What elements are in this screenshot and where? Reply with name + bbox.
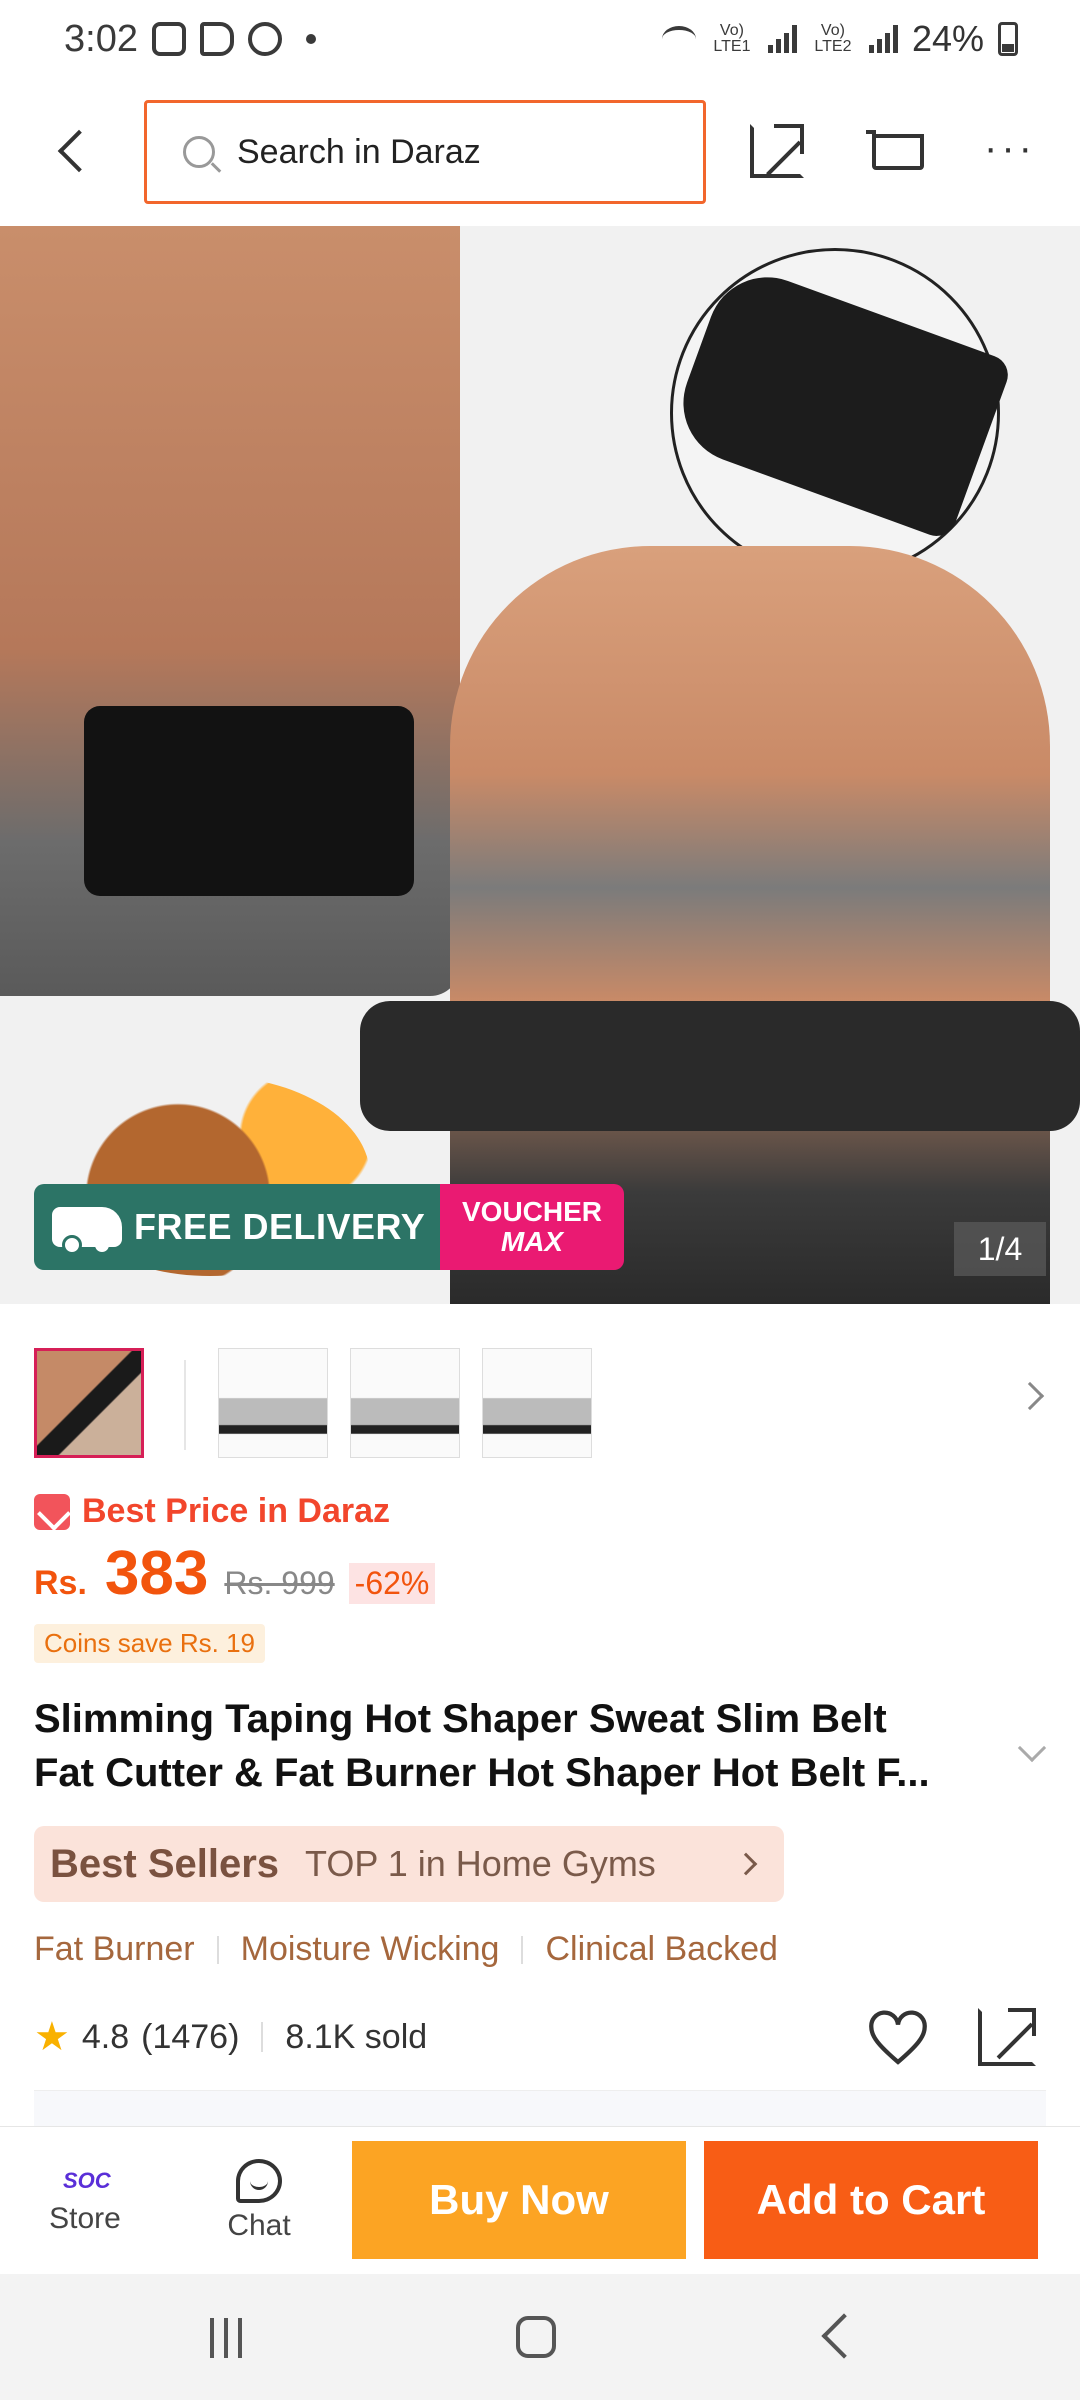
- system-navigation-bar: [0, 2274, 1080, 2400]
- signal-sim1-icon: [767, 25, 797, 53]
- home-icon[interactable]: [516, 2316, 556, 2358]
- search-bar[interactable]: Search in Daraz: [144, 100, 706, 204]
- store-label: Store: [49, 2202, 121, 2235]
- chevron-down-icon[interactable]: [1017, 1733, 1047, 1763]
- sim2-label: Vo) LTE2: [814, 22, 852, 55]
- rating-row[interactable]: ★ 4.8 (1476) 8.1K sold: [34, 2014, 427, 2060]
- product-image-gallery[interactable]: FREE DELIVERY VOUCHER MAX: [0, 226, 1080, 1304]
- share-icon[interactable]: [750, 124, 804, 178]
- store-logo-icon: SOC: [63, 2168, 111, 2193]
- best-sellers-label: Best Sellers: [50, 1841, 280, 1886]
- app-notification-icon: [247, 22, 282, 56]
- battery-percent: 24%: [911, 18, 984, 59]
- signal-sim2-icon: [868, 25, 898, 53]
- belt-on-woman-image: [360, 1001, 1080, 1131]
- price-row: Rs. 383 Rs. 999 -62%: [34, 1538, 436, 1609]
- free-delivery-badge: FREE DELIVERY: [34, 1184, 440, 1270]
- add-to-cart-button[interactable]: Add to Cart: [704, 2141, 1038, 2259]
- best-price-label: Best Price in Daraz: [82, 1492, 391, 1530]
- image-counter: 1/4: [954, 1222, 1046, 1276]
- status-time: 3:02: [64, 17, 138, 60]
- voucher-label: VOUCHER: [461, 1196, 602, 1227]
- thumbnail-medium-size-chart[interactable]: [350, 1348, 460, 1458]
- rating-divider: [261, 2022, 264, 2052]
- system-back-icon[interactable]: [821, 2313, 867, 2359]
- thumbnail-main[interactable]: [34, 1348, 144, 1458]
- price-tag-icon: [34, 1493, 70, 1530]
- best-sellers-rank: TOP 1 in Home Gyms: [305, 1843, 656, 1884]
- status-right: Vo) LTE1 Vo) LTE2 24%: [661, 18, 1018, 60]
- product-title-line-1: Slimming Taping Hot Shaper Sweat Slim Be…: [34, 1697, 887, 1741]
- media-notification-icon: [199, 22, 234, 56]
- coins-save-badge: Coins save Rs. 19: [34, 1624, 265, 1663]
- feature-tag: Moisture Wicking: [240, 1930, 500, 1968]
- star-icon: ★: [34, 2015, 70, 2059]
- chat-button[interactable]: Chat: [194, 2127, 324, 2275]
- truck-icon: [52, 1207, 122, 1255]
- more-notifications-icon: [305, 34, 316, 44]
- thumbnail-small-size-chart[interactable]: [218, 1348, 328, 1458]
- best-price-badge: Best Price in Daraz: [34, 1492, 390, 1531]
- voucher-max-badge: VOUCHER MAX: [440, 1184, 624, 1270]
- chat-icon: [236, 2159, 282, 2203]
- status-bar: 3:02 Vo) LTE1 Vo) LTE2 24%: [0, 0, 1080, 78]
- max-label: MAX: [500, 1226, 564, 1257]
- feature-tags: Fat Burner Moisture Wicking Clinical Bac…: [34, 1930, 778, 1969]
- chat-label: Chat: [227, 2209, 291, 2242]
- buy-now-button[interactable]: Buy Now: [352, 2141, 686, 2259]
- wifi-icon: [661, 26, 696, 52]
- heart-icon[interactable]: [866, 2006, 930, 2070]
- store-button[interactable]: SOC Store: [20, 2127, 150, 2275]
- discount-badge: -62%: [348, 1563, 436, 1604]
- best-sellers-banner[interactable]: Best Sellers TOP 1 in Home Gyms: [34, 1826, 784, 1902]
- feature-tag: Fat Burner: [34, 1930, 195, 1968]
- next-section-peek: [34, 2090, 1046, 2130]
- chevron-right-icon: [734, 1852, 758, 1876]
- currency-label: Rs.: [34, 1564, 87, 1602]
- rating-score: 4.8: [81, 2017, 130, 2056]
- status-left: 3:02: [64, 18, 316, 61]
- share-icon[interactable]: [978, 2008, 1036, 2066]
- recents-icon[interactable]: [210, 2318, 256, 2358]
- feature-divider: [521, 1935, 524, 1964]
- battery-icon: [998, 22, 1018, 56]
- search-icon: [183, 136, 215, 168]
- back-icon[interactable]: [52, 128, 96, 172]
- gallery-notification-icon: [151, 22, 186, 56]
- original-price: Rs. 999: [224, 1565, 335, 1601]
- bottom-action-bar: SOC Store Chat Buy Now Add to Cart: [0, 2126, 1080, 2274]
- more-icon[interactable]: ···: [984, 128, 1036, 168]
- product-title[interactable]: Slimming Taping Hot Shaper Sweat Slim Be…: [34, 1692, 994, 1800]
- rating-count: (1476): [141, 2017, 240, 2056]
- promo-banner: FREE DELIVERY VOUCHER MAX: [34, 1184, 624, 1270]
- search-input[interactable]: Search in Daraz: [237, 133, 481, 172]
- chevron-right-icon[interactable]: [1015, 1381, 1045, 1411]
- thumbnail-divider: [184, 1360, 186, 1450]
- thumbnail-large-size-chart[interactable]: [482, 1348, 592, 1458]
- cart-icon[interactable]: [866, 128, 924, 172]
- free-delivery-label: FREE DELIVERY: [134, 1206, 426, 1247]
- belt-on-man-image: [84, 706, 414, 896]
- sim1-label: Vo) LTE1: [713, 22, 751, 55]
- top-navigation: Search in Daraz ···: [0, 78, 1080, 226]
- current-price: 383: [104, 1539, 209, 1608]
- feature-tag: Clinical Backed: [545, 1930, 778, 1968]
- thumbnail-strip: [0, 1340, 1080, 1460]
- product-title-line-2: Fat Cutter & Fat Burner Hot Shaper Hot B…: [34, 1751, 930, 1795]
- feature-divider: [216, 1935, 219, 1964]
- sold-count: 8.1K sold: [285, 2017, 428, 2056]
